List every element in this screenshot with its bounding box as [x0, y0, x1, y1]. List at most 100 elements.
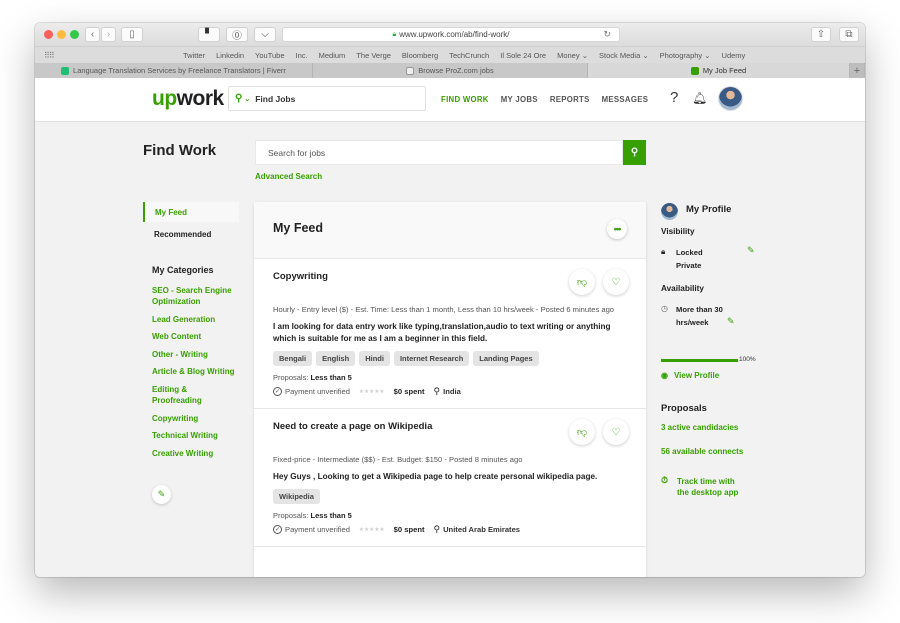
nav-reports[interactable]: REPORTS [550, 95, 590, 104]
check-circle-icon: ✓ [273, 525, 282, 534]
new-tab-button[interactable]: + [850, 63, 865, 78]
skill-tag[interactable]: Bengali [273, 351, 313, 366]
dislike-button[interactable]: 👎︎ [569, 419, 595, 445]
find-work-page: Find Work Search for jobs ⚲ Advanced Sea… [35, 123, 865, 577]
nav-my-jobs[interactable]: MY JOBS [501, 95, 538, 104]
bookmark-item[interactable]: Inc. [296, 51, 308, 60]
location-pin-icon: ⚲ [433, 524, 441, 534]
heart-icon: ♡ [611, 276, 621, 288]
rating-stars: ★★★★★ [359, 526, 385, 533]
sidebar-toggle-button[interactable]: ▯ [121, 27, 143, 42]
forward-button[interactable]: › [101, 27, 116, 42]
available-connects-link[interactable]: 56 available connects [661, 447, 743, 456]
edit-visibility-pencil-icon[interactable]: ✎ [747, 245, 755, 256]
advanced-search-link[interactable]: Advanced Search [255, 172, 322, 181]
bookmark-item[interactable]: The Verge [356, 51, 391, 60]
password-manager-button[interactable]: ⓪ [226, 27, 248, 42]
track-time-line-2: the desktop app [677, 488, 739, 497]
skill-tag[interactable]: Wikipedia [273, 489, 320, 504]
help-icon[interactable]: ? [670, 89, 678, 106]
category-link[interactable]: Copywriting [152, 413, 237, 424]
bookmark-item[interactable]: TechCrunch [449, 51, 489, 60]
my-profile-title[interactable]: My Profile [686, 204, 731, 215]
close-window-button[interactable] [44, 30, 53, 39]
share-button[interactable]: ⇧ [811, 27, 831, 42]
category-link[interactable]: Web Content [152, 331, 237, 342]
proposals-count: Proposals: Less than 5 [273, 373, 627, 382]
job-search-button[interactable]: ⚲ [623, 140, 646, 165]
category-link[interactable]: Lead Generation [152, 314, 237, 325]
tabs-overview-button[interactable]: ⧉ [839, 27, 859, 42]
sidebar-item-my-feed[interactable]: My Feed [143, 202, 239, 222]
edit-availability-pencil-icon[interactable]: ✎ [727, 316, 735, 327]
bookmarks-list: Twitter Linkedin YouTube Inc. Medium The Verg… [183, 51, 756, 60]
bookmark-item[interactable]: Udemy [722, 51, 746, 60]
profile-avatar[interactable] [661, 203, 678, 220]
browser-toolbar: ‹ › ▯ ▘ ⓪ ⌵ 🔒︎ www.upwork.com/ab/find-wo… [35, 23, 865, 46]
zoom-window-button[interactable] [70, 30, 79, 39]
job-description: I am looking for data entry work like ty… [273, 322, 611, 343]
minimize-window-button[interactable] [57, 30, 66, 39]
edit-categories-button[interactable]: ✎ [152, 485, 171, 504]
bookmark-item[interactable]: Stock Media ⌄ [599, 51, 649, 60]
dislike-button[interactable]: 👎︎ [569, 269, 595, 295]
bookmark-item[interactable]: Linkedin [216, 51, 244, 60]
bell-icon[interactable]: 🔔︎ [692, 91, 707, 105]
save-job-button[interactable]: ♡ [603, 419, 629, 445]
grid-icon[interactable]: ⠿⠿ [44, 51, 55, 60]
tab-proz[interactable]: Browse ProZ.com jobs [313, 63, 588, 78]
skill-tag[interactable]: Internet Research [393, 351, 470, 366]
category-link[interactable]: Editing & Proofreading [152, 384, 237, 406]
bookmark-item[interactable]: YouTube [255, 51, 284, 60]
job-search-input[interactable]: Search for jobs [255, 140, 623, 165]
extension-button-1[interactable]: ▘ [198, 27, 220, 42]
client-location: United Arab Emirates [443, 525, 521, 534]
pocket-button[interactable]: ⌵ [254, 27, 276, 42]
tab-fiverr[interactable]: Language Translation Services by Freelan… [35, 63, 313, 78]
category-link[interactable]: Technical Writing [152, 430, 237, 441]
header-search-placeholder: Find Jobs [255, 93, 296, 104]
category-link[interactable]: Creative Writing [152, 448, 237, 459]
bookmark-item[interactable]: Money ⌄ [557, 51, 588, 60]
save-job-button[interactable]: ♡ [603, 269, 629, 295]
upwork-logo[interactable]: upwork [152, 87, 224, 111]
proposals-value: Less than 5 [310, 511, 352, 520]
active-candidacies-link[interactable]: 3 active candidacies [661, 423, 738, 432]
job-item[interactable]: Need to create a page on Wikipedia 👎︎ ♡ … [254, 409, 646, 547]
skill-tag[interactable]: English [316, 351, 356, 366]
bookmark-item[interactable]: Il Sole 24 Ore [500, 51, 546, 60]
header-search-input[interactable]: ⚲ ⌄ Find Jobs [228, 86, 426, 111]
nav-messages[interactable]: MESSAGES [602, 95, 649, 104]
client-spent: $0 spent [393, 525, 425, 534]
nav-find-work[interactable]: FIND WORK [441, 95, 489, 104]
logo-up: up [152, 87, 177, 110]
stopwatch-icon: ⏱︎ [661, 475, 669, 485]
category-link[interactable]: Other - Writing [152, 349, 237, 360]
proposals-count: Proposals: Less than 5 [273, 511, 627, 520]
skill-tag[interactable]: Hindi [359, 351, 390, 366]
sidebar-item-recommended[interactable]: Recommended [143, 224, 239, 244]
bookmark-item[interactable]: Photography ⌄ [660, 51, 711, 60]
job-item[interactable]: Copywriting 👎︎ ♡ Hourly - Entry level ($… [254, 259, 646, 409]
category-link[interactable]: Article & Blog Writing [152, 366, 237, 377]
category-link[interactable]: SEO - Search Engine Optimization [152, 285, 237, 307]
feed-options-button[interactable]: ••• [607, 219, 627, 239]
chevron-down-icon[interactable]: ⌄ [244, 95, 250, 103]
reload-icon[interactable]: ↻ [603, 29, 611, 40]
bookmark-item[interactable]: Medium [319, 51, 346, 60]
user-avatar[interactable] [718, 86, 743, 111]
back-button[interactable]: ‹ [85, 27, 100, 42]
bookmark-item[interactable]: Bloomberg [402, 51, 438, 60]
sidebar-icon: ▯ [129, 29, 135, 40]
eye-icon: ◉ [661, 371, 668, 380]
skill-tag[interactable]: Landing Pages [473, 351, 539, 366]
payment-status: Payment unverified [285, 525, 351, 534]
visibility-value-2: Private [676, 261, 702, 270]
tab-my-job-feed[interactable]: My Job Feed [588, 63, 850, 78]
job-actions: 👎︎ ♡ [569, 269, 629, 295]
address-bar[interactable]: 🔒︎ www.upwork.com/ab/find-work/ ↻ [282, 27, 620, 42]
track-time-link[interactable]: Track time with the desktop app [677, 476, 738, 498]
app-header: upwork ⚲ ⌄ Find Jobs FIND WORK MY JOBS R… [35, 78, 865, 122]
bookmark-item[interactable]: Twitter [183, 51, 205, 60]
view-profile-link[interactable]: ◉ View Profile [661, 371, 719, 380]
